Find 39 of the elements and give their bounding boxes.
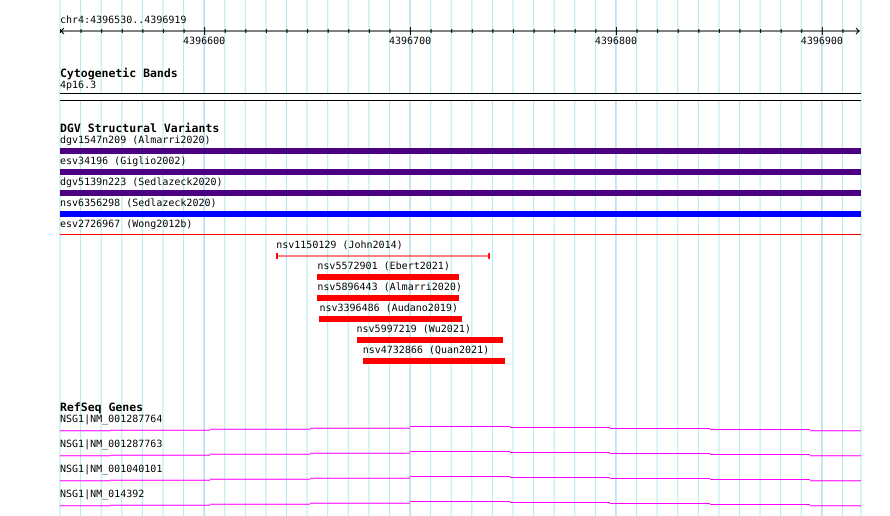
variant-bar[interactable]	[60, 148, 861, 154]
variant-bar[interactable]	[60, 190, 861, 196]
variant-label: dgv1547n209 (Almarri2020)	[60, 135, 211, 147]
variant-label: esv34196 (Giglio2002)	[60, 156, 186, 168]
gene-line[interactable]	[60, 451, 861, 456]
gene-line[interactable]	[60, 426, 861, 432]
variant-interval[interactable]	[276, 253, 490, 259]
variant-label: esv2726967 (Wong2012b)	[60, 219, 192, 231]
variant-bar[interactable]	[356, 337, 503, 343]
location-label: chr4:4396530..4396919	[60, 15, 186, 27]
tick-label: 4396800	[594, 36, 638, 48]
variant-line[interactable]	[60, 234, 861, 235]
variant-label: nsv5896443 (Almarri2020)	[317, 282, 462, 294]
tick-label: 4396900	[800, 36, 843, 48]
variant-label: nsv3396486 (Audano2019)	[319, 303, 458, 315]
band-label: 4p16.3	[60, 80, 96, 92]
variant-label: dgv5139n223 (Sedlazeck2020)	[60, 177, 223, 189]
variant-label: nsv5997219 (Wu2021)	[356, 324, 471, 336]
variant-bar[interactable]	[317, 295, 460, 301]
variant-bar[interactable]	[362, 358, 505, 364]
variant-bar[interactable]	[60, 211, 861, 217]
tick-label: 4396700	[388, 36, 432, 48]
gene-label: NSG1|NM_001287764	[60, 414, 162, 426]
gene-label: NSG1|NM_001040101	[60, 464, 162, 476]
variant-bar[interactable]	[60, 169, 861, 175]
variant-label: nsv1150129 (John2014)	[276, 240, 403, 252]
track-title: Cytogenetic Bands	[60, 67, 178, 79]
gene-line[interactable]	[60, 476, 861, 482]
variant-label: nsv4732866 (Quan2021)	[362, 345, 490, 357]
track-title: DGV Structural Variants	[60, 122, 220, 134]
track-title: RefSeq Genes	[60, 401, 144, 413]
gene-label: NSG1|NM_014392	[60, 489, 144, 501]
variant-bar[interactable]	[319, 316, 462, 322]
variant-label: nsv5572901 (Ebert2021)	[317, 261, 450, 273]
variant-bar[interactable]	[317, 274, 460, 280]
variant-label: nsv6356298 (Sedlazeck2020)	[60, 198, 217, 210]
tick-label: 4396600	[183, 36, 226, 48]
gene-label: NSG1|NM_001287763	[60, 439, 162, 451]
gene-line[interactable]	[60, 501, 861, 506]
